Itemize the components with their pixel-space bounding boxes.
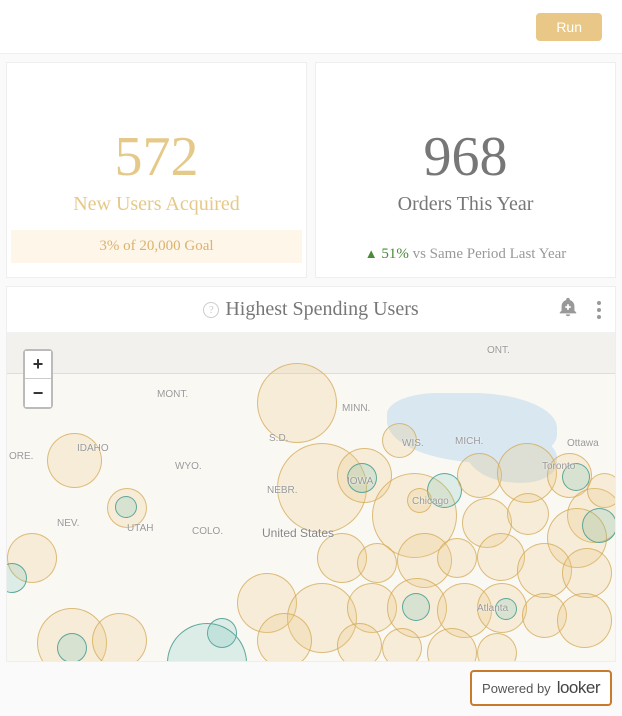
region-label: WIS. [402, 438, 424, 449]
region-label: S.D. [269, 433, 288, 444]
map-title: ? Highest Spending Users [203, 298, 418, 321]
data-bubble [257, 363, 337, 443]
help-icon[interactable]: ? [203, 302, 219, 318]
region-label: WYO. [175, 461, 202, 472]
data-bubble [457, 453, 502, 498]
map-header: ? Highest Spending Users [7, 287, 615, 333]
kpi-label-new-users: New Users Acquired [73, 193, 240, 216]
zoom-in-button[interactable]: + [25, 351, 51, 379]
data-bubble [402, 593, 430, 621]
run-button[interactable]: Run [536, 13, 602, 41]
data-bubble [562, 548, 612, 598]
data-bubble [257, 613, 312, 661]
data-bubble [47, 433, 102, 488]
data-bubble [507, 493, 549, 535]
region-label: MICH. [455, 436, 483, 447]
delta-percent: 51% [381, 246, 409, 262]
data-bubble [115, 496, 137, 518]
map-viewport[interactable]: + − United States ONT. MONT. IDAHO ORE. … [7, 333, 615, 661]
data-bubble [382, 628, 422, 661]
region-label: ORE. [9, 451, 33, 462]
topbar: Run [0, 0, 622, 54]
data-bubble [57, 633, 87, 661]
zoom-out-button[interactable]: − [25, 379, 51, 407]
powered-by-text: Powered by [482, 681, 551, 696]
data-bubble [582, 508, 615, 543]
kpi-value-new-users: 572 [115, 125, 199, 189]
powered-by-badge[interactable]: Powered by looker [470, 670, 612, 706]
compare-text: vs Same Period Last Year [409, 246, 567, 262]
country-label: United States [262, 526, 334, 540]
data-bubble [92, 613, 147, 661]
region-label: IDAHO [77, 443, 109, 454]
data-bubble [437, 538, 477, 578]
zoom-control: + − [23, 349, 53, 409]
region-label: NEBR. [267, 485, 298, 496]
region-label: MONT. [157, 389, 188, 400]
region-label: IOWA [347, 476, 373, 487]
map-title-text: Highest Spending Users [225, 298, 418, 321]
map-header-actions [557, 296, 605, 323]
kpi-row: 572 New Users Acquired 3% of 20,000 Goal… [0, 54, 622, 286]
region-label: Atlanta [477, 603, 508, 614]
region-label: NEV. [57, 518, 79, 529]
kebab-menu-icon[interactable] [593, 297, 605, 323]
region-label: COLO. [192, 526, 223, 537]
region-label: Ottawa [567, 438, 599, 449]
region-label: Chicago [412, 496, 449, 507]
region-label: ONT. [487, 345, 510, 356]
kpi-goal-progress: 3% of 20,000 Goal [11, 230, 302, 263]
region-label: MINN. [342, 403, 370, 414]
region-label: Toronto [542, 461, 575, 472]
data-bubble [357, 543, 397, 583]
kpi-label-orders: Orders This Year [398, 193, 534, 216]
region-label: UTAH [127, 523, 153, 534]
data-bubble [587, 473, 615, 508]
data-bubble [337, 623, 382, 661]
kpi-card-orders: 968 Orders This Year ▲ 51% vs Same Perio… [315, 62, 616, 278]
looker-logo: looker [557, 678, 600, 698]
kpi-value-orders: 968 [424, 125, 508, 189]
kpi-compare-orders: ▲ 51% vs Same Period Last Year [324, 246, 607, 263]
delta-up-icon: ▲ [365, 246, 378, 261]
bell-add-icon[interactable] [557, 296, 579, 323]
data-bubble [557, 593, 612, 648]
kpi-card-new-users: 572 New Users Acquired 3% of 20,000 Goal [6, 62, 307, 278]
map-card: ? Highest Spending Users + − United Stat… [6, 286, 616, 662]
